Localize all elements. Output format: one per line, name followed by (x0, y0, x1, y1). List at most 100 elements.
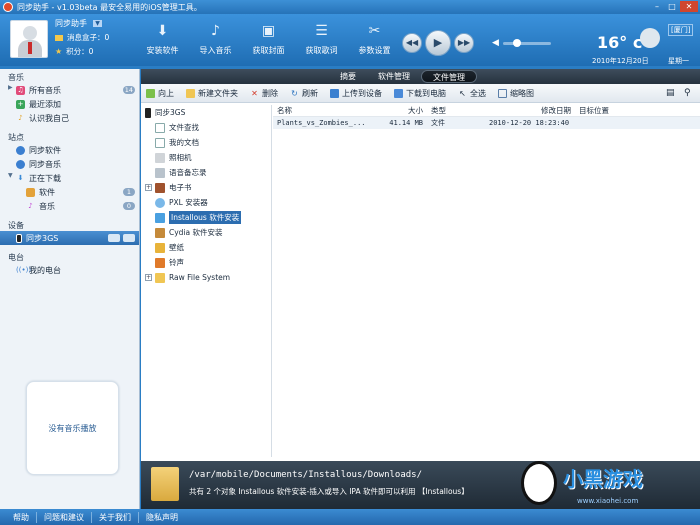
tree-node[interactable]: 文件查找 (141, 120, 271, 135)
pxl-icon (155, 197, 165, 208)
download-to-pc-button[interactable]: 下载到电脑 (394, 88, 446, 99)
ringtone-icon (155, 257, 165, 268)
volume-knob[interactable] (513, 39, 521, 47)
get-lyrics-button[interactable]: ☰ 获取歌词 (295, 18, 348, 56)
column-type[interactable]: 类型 (427, 105, 485, 116)
tree-node[interactable]: 照相机 (141, 150, 271, 165)
sidebar-item-sync-software[interactable]: 同步软件 (0, 143, 139, 157)
tree-node-label: Installous 软件安装 (169, 211, 242, 224)
maximize-button[interactable]: □ (665, 1, 679, 12)
install-software-button[interactable]: ⬇ 安装软件 (136, 18, 189, 56)
play-button[interactable]: ▶ (425, 30, 451, 56)
sidebar-item-sync-music[interactable]: 同步音乐 (0, 157, 139, 171)
refresh-button[interactable]: ↻ 刷新 (290, 88, 318, 99)
previous-button[interactable]: ◀◀ (402, 33, 422, 53)
next-button[interactable]: ▶▶ (454, 33, 474, 53)
tree-root-label: 同步3GS (155, 108, 186, 117)
lyrics-icon: ☰ (315, 23, 328, 39)
tree-root[interactable]: 同步3GS (141, 105, 271, 120)
watermark-logo: 小黑游戏 www.xiaohei.com (511, 461, 700, 509)
tab-software-management[interactable]: 软件管理 (367, 70, 421, 83)
sidebar-item-label: 最近添加 (29, 99, 61, 109)
app-icon (3, 2, 13, 12)
sidebar-section-site: 站点 (8, 133, 24, 142)
privacy-link[interactable]: 隐私声明 (139, 512, 185, 523)
tree-node[interactable]: 语音备忘录 (141, 165, 271, 180)
app-window: 同步助手 - v1.03beta 最安全易用的iOS管理工具。 – □ ✕ 同步… (0, 0, 700, 525)
tree-node[interactable]: + 电子书 (141, 180, 271, 195)
chevron-down-icon[interactable]: ▼ (93, 20, 102, 27)
help-link[interactable]: 帮助 (6, 511, 37, 523)
collapse-arrow-icon[interactable]: ▼ (8, 172, 13, 179)
tree-node[interactable]: Cydia 软件安装 (141, 225, 271, 240)
search-file-icon (155, 122, 165, 133)
delete-button[interactable]: ✕ 删除 (250, 88, 278, 99)
sidebar-item-download-software[interactable]: 软件 1 (0, 185, 139, 199)
tab-summary[interactable]: 摘要 (329, 70, 367, 83)
volume-slider[interactable] (503, 39, 551, 47)
column-target[interactable]: 目标位置 (575, 105, 675, 116)
sidebar-item-playlist[interactable]: ♪ 认识我自己 (0, 111, 139, 125)
refresh-label: 刷新 (302, 88, 318, 98)
up-button[interactable]: 向上 (146, 88, 174, 99)
upload-to-device-button[interactable]: 上传到设备 (330, 88, 382, 99)
tree-node[interactable]: 我的文档 (141, 135, 271, 150)
message-count[interactable]: 消息盒子：0 (67, 32, 109, 43)
sidebar-item-download-music[interactable]: ♪ 音乐 0 (0, 199, 139, 213)
tree-node-selected[interactable]: Installous 软件安装 (141, 210, 271, 225)
eject-icon[interactable] (123, 234, 135, 242)
tree-node[interactable]: 壁纸 (141, 240, 271, 255)
tree-node[interactable]: 铃声 (141, 255, 271, 270)
sidebar-item-recent[interactable]: + 最近添加 (0, 97, 139, 111)
sidebar-item-my-radio[interactable]: ((•)) 我的电台 (0, 263, 139, 277)
new-folder-button[interactable]: 新建文件夹 (186, 88, 238, 99)
watermark-url: www.xiaohei.com (577, 497, 639, 505)
tab-file-management[interactable]: 文件管理 (421, 70, 477, 83)
status-bar: 帮助 问题和建议 关于我们 隐私声明 (0, 509, 700, 525)
folder-description: 共有 2 个对象 Installous 软件安装-插入或导入 IPA 软件即可以… (189, 487, 469, 496)
import-music-button[interactable]: ♪ 导入音乐 (189, 18, 242, 56)
expand-arrow-icon[interactable]: ▶ (8, 84, 13, 91)
expand-icon[interactable]: + (145, 274, 152, 281)
thumbnail-button[interactable]: 缩略图 (498, 88, 534, 99)
avatar[interactable] (10, 20, 48, 58)
sidebar-item-device[interactable]: 同步3GS (0, 231, 139, 245)
sidebar-item-downloading[interactable]: ▼ ⬇ 正在下载 (0, 171, 139, 185)
file-date: 2010-12-20 18:23:40 (489, 119, 570, 127)
file-target (575, 117, 675, 129)
download-label: 下载到电脑 (406, 88, 446, 98)
sidebar-item-all-music[interactable]: ▶ ♫ 所有音乐 14 (0, 83, 139, 97)
up-label: 向上 (158, 88, 174, 98)
expand-icon[interactable]: + (145, 184, 152, 191)
import-music-label: 导入音乐 (199, 46, 232, 55)
moon-icon (640, 28, 660, 48)
about-link[interactable]: 关于我们 (92, 511, 139, 523)
get-cover-button[interactable]: ▣ 获取封面 (242, 18, 295, 56)
radio-icon: ((•)) (16, 265, 32, 274)
weather-location[interactable]: [厦门] (668, 24, 694, 36)
column-name[interactable]: 名称 (273, 105, 373, 116)
music-import-icon: ♪ (211, 23, 220, 39)
window-title: 同步助手 - v1.03beta 最安全易用的iOS管理工具。 (17, 2, 202, 12)
list-view-icon[interactable]: ▤ (666, 88, 676, 98)
minimize-button[interactable]: – (650, 1, 664, 12)
column-date[interactable]: 修改日期 (485, 105, 575, 116)
close-button[interactable]: ✕ (680, 1, 698, 12)
tree-node[interactable]: + Raw File System (141, 270, 271, 285)
star-icon: ★ (55, 47, 63, 56)
file-list: 名称 大小 类型 修改日期 目标位置 Plants_vs_Zombies_...… (273, 105, 700, 457)
upload-icon (330, 88, 339, 98)
feedback-link[interactable]: 问题和建议 (37, 511, 92, 523)
column-size[interactable]: 大小 (373, 105, 427, 116)
file-row[interactable]: Plants_vs_Zombies_... 41.14 MB 文件 2010-1… (273, 117, 700, 129)
select-all-button[interactable]: ↖ 全选 (458, 88, 486, 99)
sidebar-item-label: 所有音乐 (29, 85, 61, 95)
tree-node-label: 照相机 (169, 153, 192, 162)
profile-panel: 同步助手 ▼ 消息盒子：0 ★ 积分：0 (55, 18, 109, 57)
music-note-icon: ♫ (16, 85, 25, 95)
tree-node[interactable]: PXL 安装器 (141, 195, 271, 210)
search-icon[interactable]: ⚲ (684, 88, 694, 98)
settings-button[interactable]: ✂ 参数设置 (348, 18, 401, 56)
watermark-brand: 小黑游戏 (563, 467, 643, 491)
thumbnail-label: 缩略图 (510, 88, 534, 98)
